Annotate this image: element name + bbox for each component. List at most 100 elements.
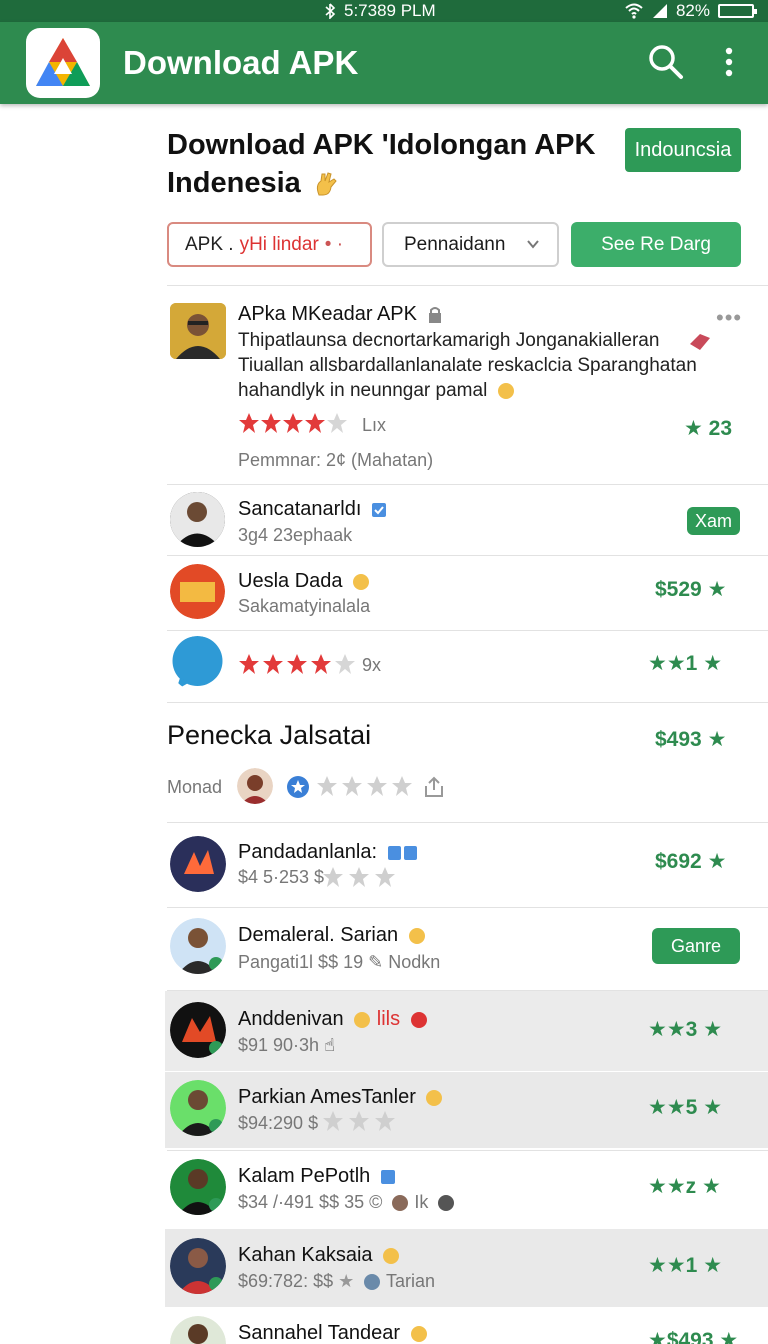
avatar[interactable] — [170, 918, 226, 974]
avatar[interactable] — [170, 836, 226, 892]
status-right-group: 82% — [624, 0, 757, 22]
avatar[interactable] — [237, 768, 273, 804]
pointer-icon: ☝ — [324, 1035, 336, 1055]
list-item-name-wrap: Pandadanlanla: — [238, 841, 419, 864]
star-icon — [317, 776, 412, 796]
star-rating-label: 9x — [362, 655, 382, 675]
list-item-name[interactable]: Pandadanlanla: — [238, 841, 377, 863]
featured-avatar[interactable] — [170, 303, 226, 359]
avatar[interactable] — [170, 564, 225, 619]
region-button[interactable]: Indouncsia — [625, 128, 741, 172]
verified-icon — [371, 502, 386, 517]
list-item-score: ★$493 ★ — [648, 1328, 738, 1344]
list-item-name[interactable]: Anddenivan — [238, 1008, 344, 1030]
list-item-sub: Sakamatyinalala — [238, 596, 371, 616]
list-item-name-wrap: Kalam PePotlh — [238, 1165, 396, 1188]
search-input[interactable]: APK . yHi lindar • · — [167, 222, 372, 267]
featured-description: Thipatlaunsa decnortarkamarigh Jonganaki… — [238, 328, 718, 403]
xam-button[interactable]: Xam — [687, 507, 740, 535]
battery-percent: 82% — [675, 1, 710, 20]
green-star-icon: ★★ — [648, 652, 686, 675]
list-item-score-value: z — [685, 1175, 697, 1198]
divider — [167, 484, 768, 485]
list-item-name[interactable]: Demaleral. Sarian — [238, 924, 398, 946]
verified-icon — [380, 1169, 395, 1184]
list-item-sub2: Tarian — [385, 1271, 435, 1291]
featured-description-text: Thipatlaunsa decnortarkamarigh Jonganaki… — [238, 330, 697, 401]
list-item-score: ★★5 ★ — [648, 1095, 722, 1120]
page-title: Download APK 'Idolongan APK Indenesia — [167, 126, 617, 202]
list-item-name-wrap: Sancatanarldı — [238, 498, 387, 521]
chevron-down-icon — [527, 240, 539, 249]
more-options-icon[interactable]: ••• — [716, 305, 742, 331]
green-star-icon: ★ — [648, 1329, 667, 1344]
avatar[interactable] — [170, 1080, 226, 1136]
status-time-group: 5:7389 PLM — [322, 0, 436, 22]
list-item-score-value: 1 — [685, 652, 698, 675]
app-logo-icon[interactable] — [26, 28, 100, 98]
page-title-line2-wrap: Indenesia — [167, 164, 617, 202]
category-select[interactable]: Pennaidann — [382, 222, 559, 267]
list-item-sub: $94:290 $ — [238, 1113, 319, 1133]
status-time: 5:7389 PLM — [344, 1, 436, 20]
search-input-value: yHi lindar — [239, 233, 319, 255]
hand-emoji-icon — [316, 172, 337, 196]
list-item-sub: Pangati1l $$ 19 — [238, 952, 364, 972]
green-star-icon: ★ — [707, 578, 727, 601]
featured-name[interactable]: APka MKeadar APK — [238, 303, 417, 325]
featured-footer: Pemmnar: 2¢ (Mahatan) — [238, 450, 434, 470]
verified-icon — [387, 845, 417, 860]
star-icon — [239, 413, 347, 433]
lock-icon — [428, 306, 441, 323]
see-more-button[interactable]: See Re Darg — [571, 222, 741, 267]
avatar[interactable] — [170, 1159, 226, 1215]
list-item-score: ★★1 ★ — [648, 1253, 722, 1278]
section-star-rating — [316, 775, 416, 797]
more-vert-icon[interactable] — [716, 42, 742, 82]
divider — [167, 285, 768, 286]
list-item-score-value: 1 — [685, 1254, 698, 1277]
emoji-icon — [410, 1325, 427, 1342]
list-item-name[interactable]: Kahan Kaksaia — [238, 1244, 373, 1266]
divider — [167, 630, 768, 631]
list-item-sub-wrap: $34 /·491 $$ 35 © Ik — [238, 1192, 455, 1213]
featured-score-value: 23 — [708, 417, 733, 440]
divider — [167, 907, 768, 908]
featured-name-wrap: APka MKeadar APK — [238, 303, 443, 326]
avatar[interactable] — [170, 1238, 226, 1294]
genre-button[interactable]: Ganre — [652, 928, 740, 964]
dropdown-dots-icon: • · — [324, 233, 344, 255]
green-star-icon: ★ — [707, 850, 727, 873]
list-item-score: $692 ★ — [655, 849, 726, 874]
page-title-line2: Indenesia — [167, 167, 301, 199]
list-item-name-tag: lils — [376, 1008, 401, 1030]
avatar[interactable] — [170, 1002, 226, 1058]
green-star-icon: ★★ — [648, 1254, 686, 1277]
section-title: Penecka Jalsatai — [167, 720, 372, 750]
list-item-name[interactable]: Sancatanarldı — [238, 498, 361, 520]
section-score: $493 ★ — [655, 727, 726, 752]
green-star-icon: ★★ — [648, 1018, 686, 1041]
list-item-sub-wrap: Pangati1l $$ 19 ✎ Nodkn — [238, 952, 440, 973]
share-icon[interactable] — [423, 776, 445, 798]
avatar[interactable] — [170, 492, 225, 547]
avatar[interactable] — [170, 636, 225, 691]
search-icon[interactable] — [648, 42, 684, 82]
star-icon — [323, 1111, 395, 1131]
section-score-value: $493 — [655, 728, 702, 751]
list-item-name[interactable]: Sannahel Tandear — [238, 1322, 400, 1344]
featured-score: ★ 23 — [684, 416, 732, 441]
green-star-icon: ★ — [684, 417, 703, 440]
page-title-line1: Download APK 'Idolongan APK — [167, 129, 596, 161]
list-item-name[interactable]: Parkian AmesTanler — [238, 1086, 416, 1108]
list-item-name-wrap: Sannahel Tandear — [238, 1322, 428, 1344]
list-item-name[interactable]: Uesla Dada — [238, 570, 343, 592]
avatar[interactable] — [170, 1316, 226, 1344]
list-item-sub2: Ik — [414, 1192, 429, 1212]
list-item-sub: $4 5·253 $ — [238, 867, 325, 887]
list-item-name[interactable]: Kalam PePotlh — [238, 1165, 370, 1187]
pencil-icon: ✎ — [368, 952, 384, 972]
category-select-value: Pennaidann — [404, 233, 506, 255]
grey-star-icon: ★ — [338, 1271, 355, 1291]
list-item-score-value: $692 — [655, 850, 702, 873]
